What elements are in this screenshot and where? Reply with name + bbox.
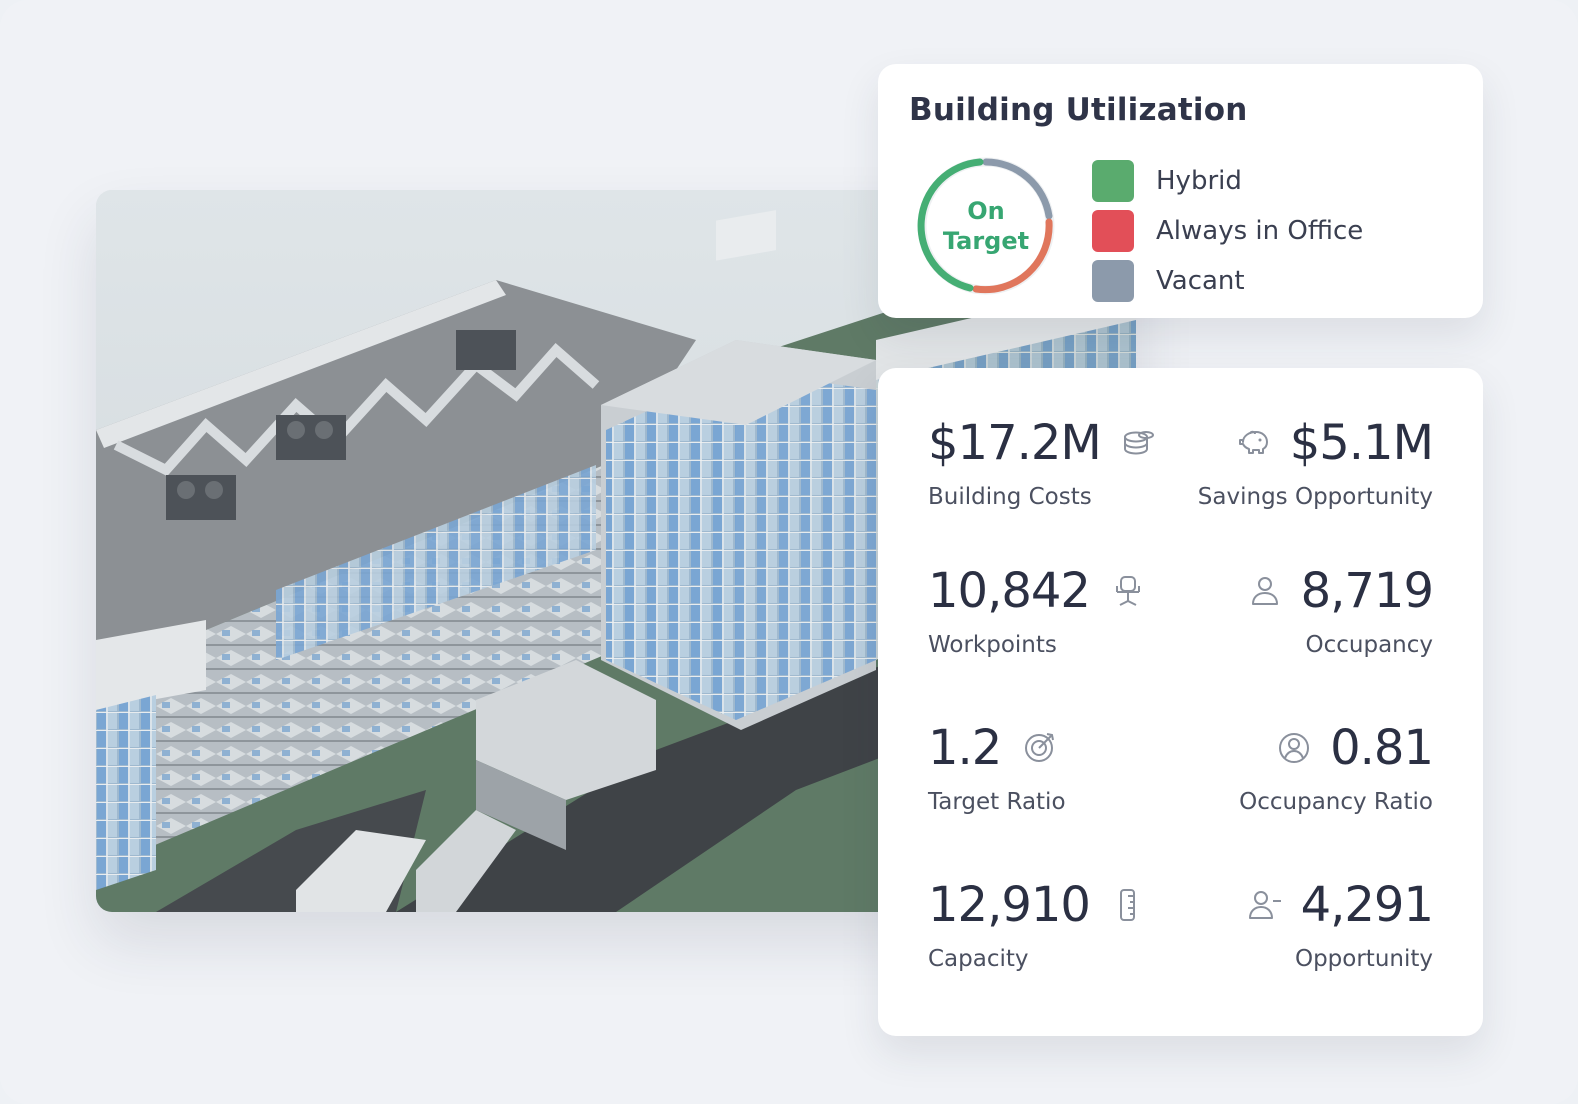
legend-label-vacant: Vacant	[1156, 266, 1245, 296]
legend-swatch-always-in-office	[1092, 210, 1134, 252]
building-costs-value: $17.2M	[928, 415, 1102, 471]
on-target-status: On Target	[910, 150, 1062, 302]
office-chair-icon	[1115, 576, 1140, 606]
legend-label-hybrid: Hybrid	[1156, 166, 1242, 196]
capacity-value: 12,910	[928, 877, 1091, 933]
kpi-target-ratio[interactable]: 1.2 Target Ratio	[928, 717, 1188, 815]
savings-opportunity-value: $5.1M	[1289, 415, 1434, 471]
user-circle-icon	[1279, 733, 1310, 763]
status-line-2: Target	[942, 227, 1030, 255]
utilization-legend: Hybrid Always in Office Vacant	[1092, 156, 1363, 306]
opportunity-label: Opportunity	[1294, 946, 1433, 972]
workpoints-label: Workpoints	[928, 632, 1057, 658]
utilization-donut-chart[interactable]: On Target	[910, 150, 1062, 302]
legend-item-always-in-office[interactable]: Always in Office	[1092, 206, 1363, 256]
legend-swatch-hybrid	[1092, 160, 1134, 202]
legend-item-vacant[interactable]: Vacant	[1092, 256, 1363, 306]
target-ratio-value: 1.2	[928, 720, 1002, 776]
kpi-savings-opportunity[interactable]: $5.1M Savings Opportunity	[1173, 412, 1434, 510]
kpi-occupancy[interactable]: 8,719 Occupancy	[1173, 560, 1434, 658]
occupancy-label: Occupancy	[1305, 632, 1434, 658]
kpi-building-costs[interactable]: $17.2M Building Costs	[928, 412, 1188, 510]
legend-swatch-vacant	[1092, 260, 1134, 302]
person-icon	[1251, 577, 1278, 605]
utilization-title: Building Utilization	[909, 92, 1248, 128]
legend-item-hybrid[interactable]: Hybrid	[1092, 156, 1363, 206]
kpi-workpoints[interactable]: 10,842 Workpoints	[928, 560, 1188, 658]
building-utilization-card: Building Utilization On Target Hybrid Al…	[878, 64, 1483, 318]
kpi-capacity[interactable]: 12,910 Capacity	[928, 874, 1188, 972]
legend-label-always-in-office: Always in Office	[1156, 216, 1364, 246]
coins-icon	[1123, 431, 1154, 455]
occupancy-value: 8,719	[1300, 563, 1434, 619]
status-line-1: On	[967, 197, 1005, 225]
occupancy-ratio-label: Occupancy Ratio	[1239, 789, 1433, 815]
kpi-opportunity[interactable]: 4,291 Opportunity	[1173, 874, 1434, 972]
target-ratio-label: Target Ratio	[928, 789, 1066, 815]
ruler-icon	[1119, 889, 1135, 921]
kpi-metrics-card: $17.2M Building Costs $5.1M Savings Oppo…	[878, 368, 1483, 1036]
person-minus-icon	[1248, 891, 1281, 919]
building-costs-label: Building Costs	[928, 484, 1092, 510]
target-icon	[1025, 733, 1055, 762]
occupancy-ratio-value: 0.81	[1330, 720, 1434, 776]
opportunity-value: 4,291	[1300, 877, 1434, 933]
savings-opportunity-label: Savings Opportunity	[1197, 484, 1433, 510]
capacity-label: Capacity	[928, 946, 1029, 972]
piggy-bank-icon	[1238, 430, 1268, 454]
workpoints-value: 10,842	[928, 563, 1091, 619]
kpi-occupancy-ratio[interactable]: 0.81 Occupancy Ratio	[1173, 717, 1434, 815]
